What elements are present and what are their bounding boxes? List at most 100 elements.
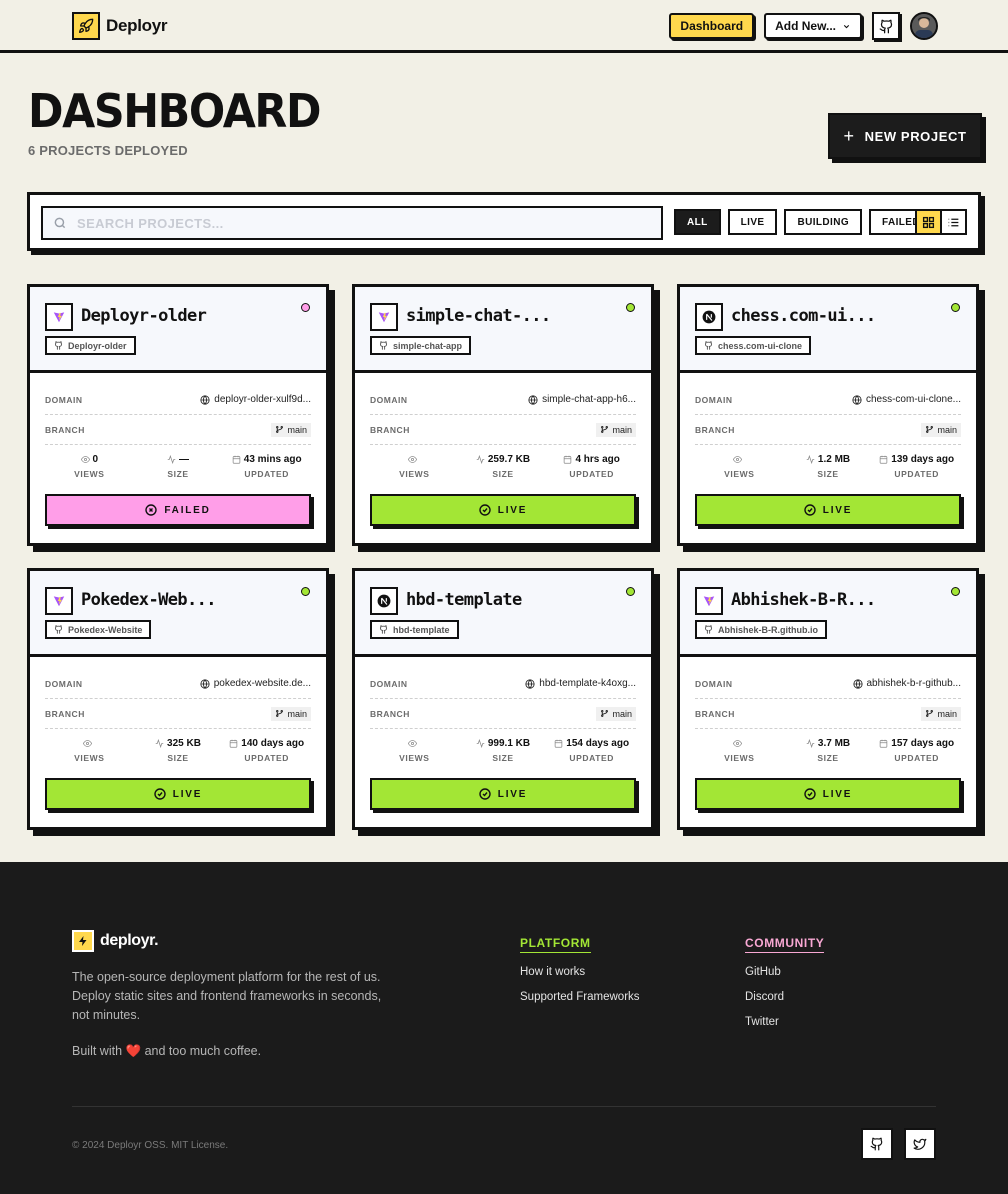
x-circle-icon	[145, 504, 158, 516]
project-name[interactable]: chess.com-ui...	[731, 306, 876, 326]
list-view-button[interactable]	[940, 209, 967, 235]
status-button[interactable]: LIVE	[370, 494, 636, 526]
search-input[interactable]	[77, 215, 637, 231]
vite-icon	[45, 303, 73, 331]
status-button[interactable]: FAILED	[45, 494, 311, 526]
footer-github-button[interactable]	[861, 1128, 893, 1160]
plus-icon: +	[843, 126, 855, 146]
size-stat: 325 KB SIZE	[134, 737, 223, 763]
check-circle-icon	[479, 504, 491, 516]
check-circle-icon	[479, 788, 491, 800]
branch-label: BRANCH	[695, 708, 735, 719]
size-value: —	[179, 454, 189, 465]
footer-brand[interactable]: deployr.	[72, 930, 159, 952]
project-card[interactable]: Deployr-older Deployr-older DOMAIN deplo…	[27, 284, 329, 546]
updated-stat: 154 days ago UPDATED	[547, 737, 636, 763]
domain-link[interactable]: simple-chat-app-h6...	[528, 394, 636, 405]
branch-icon	[600, 709, 609, 718]
activity-icon	[806, 739, 815, 748]
domain-link[interactable]: abhishek-b-r-github...	[852, 678, 961, 689]
project-card[interactable]: Abhishek-B-R... Abhishek-B-R.github.io D…	[677, 568, 979, 830]
eye-icon	[83, 739, 93, 748]
domain-link[interactable]: pokedex-website.de...	[200, 678, 311, 689]
project-name[interactable]: Deployr-older	[81, 306, 207, 326]
add-new-button[interactable]: Add New...	[764, 13, 862, 39]
updated-value: 154 days ago	[566, 738, 630, 749]
status-button[interactable]: LIVE	[45, 778, 311, 810]
project-stats: VIEWS 1.2 MB SIZE 139 days ago UPDATED	[695, 453, 961, 479]
user-avatar[interactable]	[910, 12, 938, 40]
updated-value: 4 hrs ago	[575, 454, 620, 465]
project-stats: VIEWS 325 KB SIZE 140 days ago UPDATED	[45, 737, 311, 763]
repo-tag[interactable]: Deployr-older	[45, 336, 136, 355]
grid-view-button[interactable]	[915, 209, 942, 235]
dashboard-button[interactable]: Dashboard	[669, 13, 755, 39]
check-circle-icon	[804, 504, 816, 516]
views-label: VIEWS	[399, 469, 430, 479]
repo-tag[interactable]: hbd-template	[370, 620, 459, 639]
project-stats: VIEWS 259.7 KB SIZE 4 hrs ago UPDATED	[370, 453, 636, 479]
project-card[interactable]: chess.com-ui... chess.com-ui-clone DOMAI…	[677, 284, 979, 546]
link-discord[interactable]: Discord	[745, 991, 824, 1003]
project-card[interactable]: Pokedex-Web... Pokedex-Website DOMAIN po…	[27, 568, 329, 830]
footer-platform-column: PLATFORM How it works Supported Framewor…	[520, 934, 640, 1003]
updated-stat: 157 days ago UPDATED	[872, 737, 961, 763]
branch-label: BRANCH	[45, 424, 85, 435]
domain-link[interactable]: chess-com-ui-clone...	[852, 394, 961, 405]
updated-stat: 139 days ago UPDATED	[872, 453, 961, 479]
filter-building[interactable]: BUILDING	[784, 209, 862, 235]
size-label: SIZE	[492, 469, 514, 479]
branch-pill: main	[596, 706, 636, 721]
branch-value: main	[287, 708, 307, 719]
status-dot	[301, 303, 310, 312]
repo-tag[interactable]: chess.com-ui-clone	[695, 336, 812, 355]
search-icon	[54, 217, 66, 229]
brand-logo[interactable]: Deployr	[72, 12, 168, 40]
project-stats: 0 VIEWS — SIZE 43 mins ago UPDATED	[45, 453, 311, 479]
branch-row: BRANCH main	[45, 415, 311, 445]
status-button[interactable]: LIVE	[370, 778, 636, 810]
footer-twitter-button[interactable]	[904, 1128, 936, 1160]
github-button[interactable]	[872, 12, 900, 40]
branch-value: main	[937, 708, 957, 719]
domain-value: deployr-older-xulf9d...	[214, 394, 311, 405]
calendar-icon	[563, 455, 572, 464]
updated-stat: 43 mins ago UPDATED	[222, 453, 311, 479]
projects-count: 6 PROJECTS DEPLOYED	[28, 143, 188, 158]
domain-link[interactable]: deployr-older-xulf9d...	[200, 394, 311, 405]
domain-value: hbd-template-k4oxg...	[539, 678, 636, 689]
link-twitter[interactable]: Twitter	[745, 1016, 824, 1028]
copyright: © 2024 Deployr OSS. MIT License.	[72, 1140, 229, 1151]
project-card[interactable]: hbd-template hbd-template DOMAIN hbd-tem…	[352, 568, 654, 830]
card-header: Deployr-older Deployr-older	[30, 287, 326, 373]
branch-row: BRANCH main	[695, 699, 961, 729]
status-button[interactable]: LIVE	[695, 494, 961, 526]
github-icon	[54, 625, 63, 634]
link-supported-frameworks[interactable]: Supported Frameworks	[520, 991, 640, 1003]
repo-tag[interactable]: Abhishek-B-R.github.io	[695, 620, 827, 639]
activity-icon	[155, 739, 164, 748]
status-label: LIVE	[822, 504, 853, 516]
project-name[interactable]: hbd-template	[406, 590, 522, 610]
domain-link[interactable]: hbd-template-k4oxg...	[525, 678, 636, 689]
twitter-icon	[913, 1138, 927, 1150]
size-value: 999.1 KB	[487, 738, 531, 749]
project-name[interactable]: simple-chat-...	[406, 306, 551, 326]
rocket-icon	[72, 12, 100, 40]
repo-tag[interactable]: Pokedex-Website	[45, 620, 152, 639]
project-stats: VIEWS 999.1 KB SIZE 154 days ago UPDATED	[370, 737, 636, 763]
filter-all[interactable]: ALL	[674, 209, 721, 235]
repo-tag[interactable]: simple-chat-app	[370, 336, 472, 355]
link-github[interactable]: GitHub	[745, 966, 824, 978]
eye-icon	[733, 739, 743, 748]
footer-brand-name: deployr.	[100, 932, 159, 949]
project-card[interactable]: simple-chat-... simple-chat-app DOMAIN s…	[352, 284, 654, 546]
project-name[interactable]: Abhishek-B-R...	[731, 590, 876, 610]
filter-live[interactable]: LIVE	[727, 209, 778, 235]
add-new-label: Add New...	[775, 19, 836, 33]
status-button[interactable]: LIVE	[695, 778, 961, 810]
new-project-button[interactable]: + NEW PROJECT	[828, 113, 982, 159]
views-label: VIEWS	[74, 469, 105, 479]
link-how-it-works[interactable]: How it works	[520, 966, 640, 978]
project-name[interactable]: Pokedex-Web...	[81, 590, 216, 610]
